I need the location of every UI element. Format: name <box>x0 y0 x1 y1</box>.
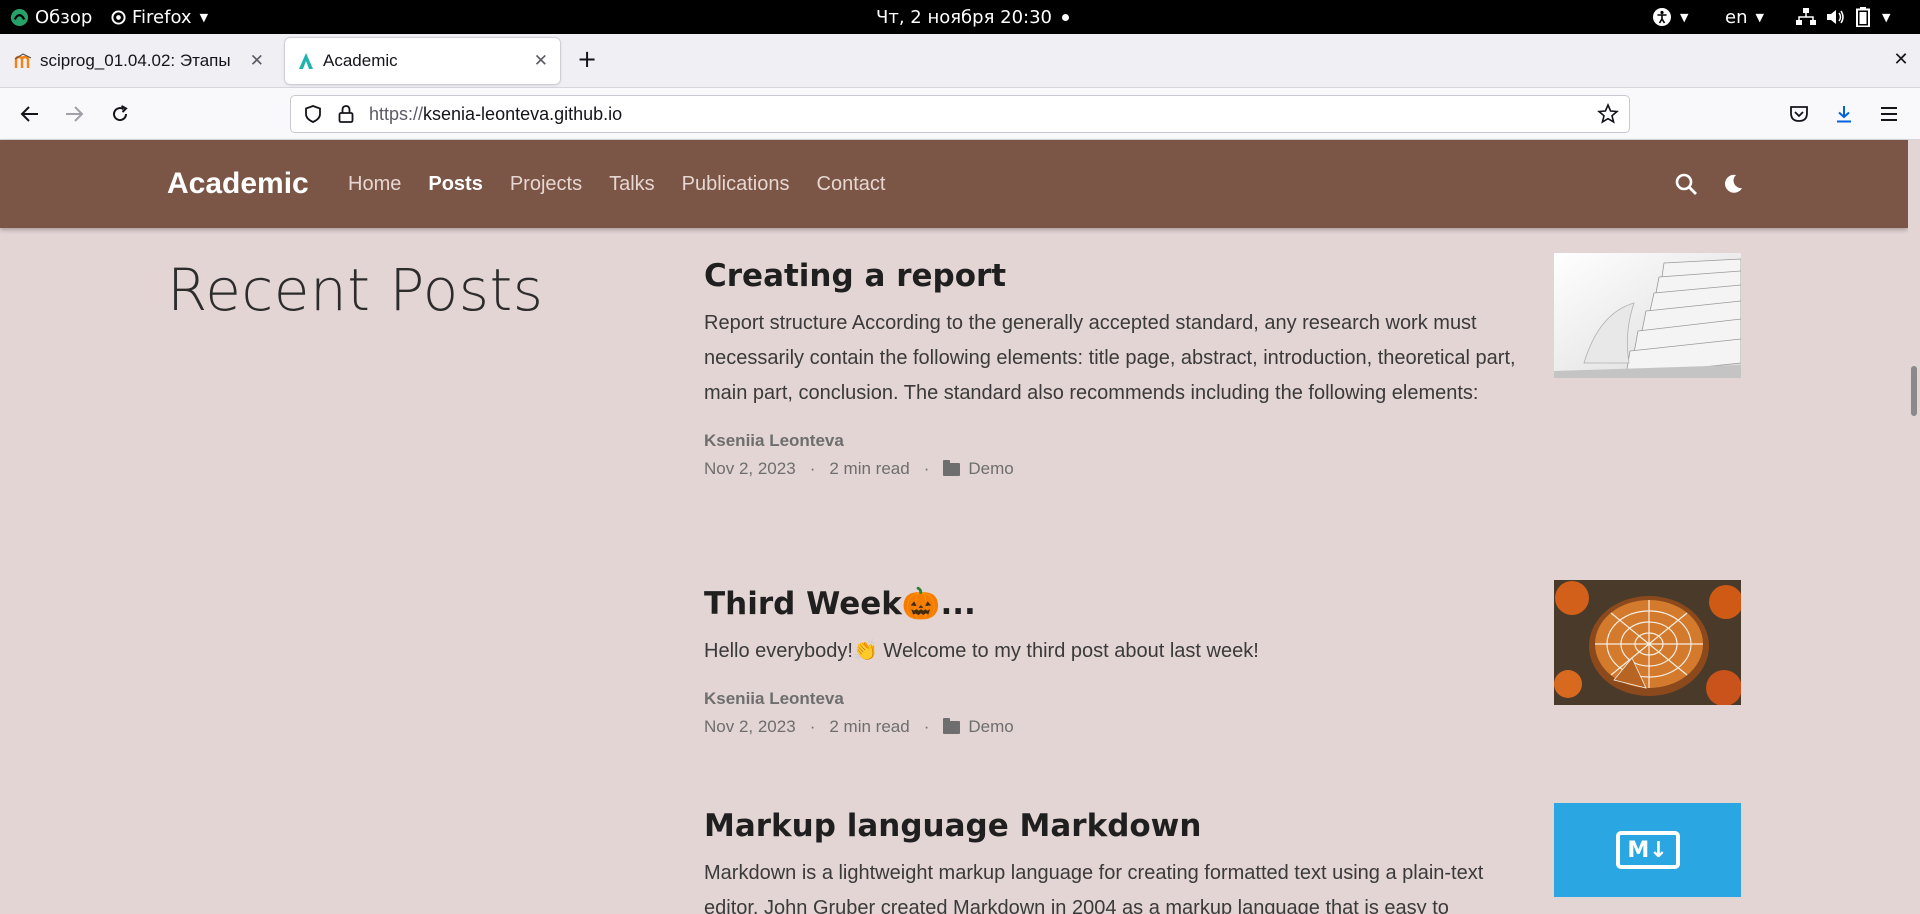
moon-icon <box>1725 174 1742 193</box>
tab-sciprog[interactable]: sciprog_01.04.02: Этапы ✕ <box>2 38 276 84</box>
post-read-time: 2 min read <box>829 717 910 736</box>
accessibility-icon <box>1653 8 1671 26</box>
notification-dot-icon <box>1062 13 1070 21</box>
browser-tab-bar: sciprog_01.04.02: Этапы ✕ Academic ✕ + ✕ <box>0 34 1920 88</box>
site-navbar: Academic Home Posts Projects Talks Publi… <box>0 140 1908 228</box>
post-read-time: 2 min read <box>829 459 910 478</box>
close-window-button[interactable]: ✕ <box>1885 43 1917 75</box>
post-meta: Nov 2, 2023 · 2 min read · Demo <box>704 717 1744 737</box>
close-icon[interactable]: ✕ <box>250 51 264 71</box>
firefox-app-icon <box>111 9 126 25</box>
close-icon[interactable]: ✕ <box>534 51 548 71</box>
scrollbar-thumb[interactable] <box>1911 366 1917 416</box>
search-button[interactable] <box>1674 140 1698 228</box>
activities-label: Обзор <box>35 6 93 28</box>
pocket-button[interactable] <box>1783 98 1815 130</box>
volume-icon <box>1827 10 1844 24</box>
page-title: Recent Posts <box>167 256 544 324</box>
nav-contact[interactable]: Contact <box>817 173 886 196</box>
reload-button[interactable] <box>104 98 136 130</box>
system-status-menu[interactable]: ▼ <box>1796 0 1890 34</box>
site-brand[interactable]: Academic <box>167 140 309 228</box>
chevron-down-icon: ▼ <box>199 10 209 24</box>
app-menu-firefox[interactable]: Firefox ▼ <box>111 0 208 34</box>
post-category[interactable]: Demo <box>968 717 1013 737</box>
post-meta: Nov 2, 2023 · 2 min read · Demo <box>704 459 1744 479</box>
arrow-left-icon <box>20 106 38 122</box>
papers-stack-image[interactable] <box>1554 253 1741 378</box>
page-scrollbar[interactable] <box>1908 140 1920 914</box>
language-label: en <box>1725 6 1748 28</box>
chevron-down-icon: ▼ <box>1882 10 1891 24</box>
lock-icon[interactable] <box>337 104 355 124</box>
forward-button[interactable] <box>58 98 90 130</box>
post-category[interactable]: Demo <box>968 459 1013 479</box>
downloads-button[interactable] <box>1828 98 1860 130</box>
activities-button[interactable]: Обзор <box>10 0 92 34</box>
markdown-logo-image[interactable]: M↓ <box>1554 803 1741 897</box>
gnome-logo-icon <box>10 8 29 26</box>
post-author[interactable]: Kseniia Leonteva <box>704 431 1744 451</box>
site-menu: Home Posts Projects Talks Publications C… <box>348 140 885 228</box>
nav-publications[interactable]: Publications <box>682 173 790 196</box>
search-icon <box>1675 173 1697 195</box>
theme-toggle-button[interactable] <box>1722 140 1744 228</box>
markdown-logo-icon: M↓ <box>1615 831 1680 869</box>
browser-toolbar: https://ksenia-leonteva.github.io <box>0 88 1920 140</box>
halloween-pie-image[interactable] <box>1554 580 1741 705</box>
reload-icon <box>113 105 128 122</box>
nav-home[interactable]: Home <box>348 173 401 196</box>
post-item: Creating a report Report structure Accor… <box>704 253 1744 479</box>
url-text[interactable]: https://ksenia-leonteva.github.io <box>369 104 622 125</box>
meta-separator: · <box>809 459 816 478</box>
app-name-label: Firefox <box>132 6 192 28</box>
post-date: Nov 2, 2023 <box>704 717 796 736</box>
chevron-down-icon: ▼ <box>1755 10 1764 24</box>
post-summary: Markdown is a lightweight markup languag… <box>704 862 1484 914</box>
post-item: Third Week🎃... Hello everybody!👏 Welcome… <box>704 580 1744 737</box>
close-icon: ✕ <box>1893 48 1909 70</box>
folder-icon <box>943 459 961 476</box>
moodle-favicon-icon <box>14 53 32 68</box>
folder-icon <box>943 717 961 734</box>
meta-separator: · <box>809 717 816 736</box>
pocket-icon <box>1790 106 1808 122</box>
battery-icon <box>1856 7 1870 27</box>
halloween-pie-illustration <box>1554 580 1741 705</box>
url-host: ksenia-leonteva.github.io <box>423 103 623 124</box>
plus-icon: + <box>576 45 598 73</box>
post-summary: Report structure According to the genera… <box>704 312 1516 404</box>
download-icon <box>1837 106 1851 123</box>
arrow-right-icon <box>66 106 84 122</box>
network-icon <box>1796 8 1816 25</box>
meta-separator: · <box>923 717 930 736</box>
post-item: Markup language Markdown Markdown is a l… <box>704 803 1744 914</box>
nav-posts[interactable]: Posts <box>428 173 482 196</box>
clock-label: Чт, 2 ноября 20:30 <box>876 6 1053 28</box>
markdown-logo-text: M↓ <box>1627 837 1668 863</box>
url-bar[interactable]: https://ksenia-leonteva.github.io <box>290 95 1630 133</box>
back-button[interactable] <box>14 98 46 130</box>
academic-favicon-icon <box>299 53 313 69</box>
tab-title: sciprog_01.04.02: Этапы <box>40 51 231 70</box>
chevron-down-icon: ▼ <box>1680 10 1689 24</box>
clock[interactable]: Чт, 2 ноября 20:30 <box>876 0 1070 34</box>
nav-talks[interactable]: Talks <box>609 173 655 196</box>
tab-academic[interactable]: Academic ✕ <box>285 38 560 84</box>
bookmark-star-icon[interactable] <box>1597 103 1619 125</box>
url-protocol: https:// <box>369 103 424 124</box>
post-summary: Hello everybody!👏 Welcome to my third po… <box>704 640 1259 662</box>
app-menu-button[interactable] <box>1873 98 1905 130</box>
system-top-bar: Обзор Firefox ▼ Чт, 2 ноября 20:30 ▼ en … <box>0 0 1920 34</box>
nav-projects[interactable]: Projects <box>510 173 582 196</box>
meta-separator: · <box>923 459 930 478</box>
new-tab-button[interactable]: + <box>571 43 603 75</box>
papers-stack-illustration <box>1554 253 1741 378</box>
hamburger-menu-icon <box>1881 107 1897 121</box>
accessibility-menu[interactable]: ▼ <box>1652 0 1688 34</box>
post-date: Nov 2, 2023 <box>704 459 796 478</box>
shield-icon[interactable] <box>303 104 323 124</box>
language-menu[interactable]: en ▼ <box>1725 0 1764 34</box>
tab-title: Academic <box>323 51 398 70</box>
